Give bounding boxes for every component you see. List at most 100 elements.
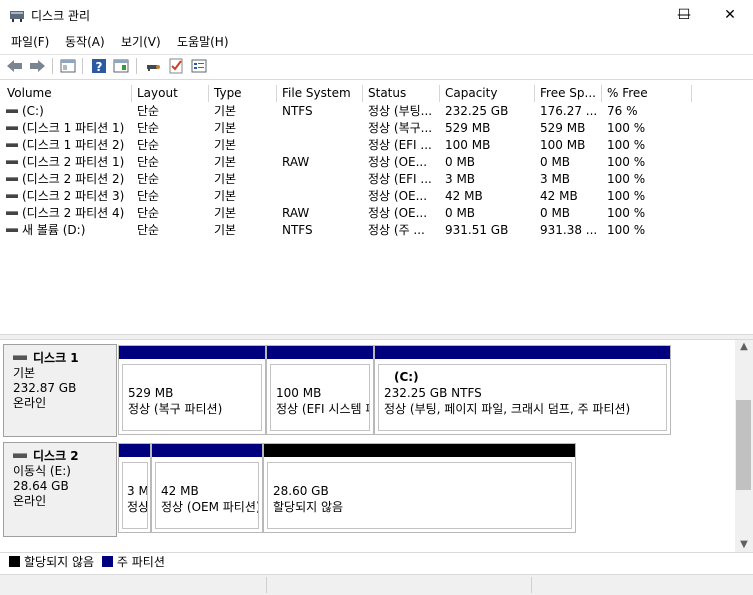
cell-free-sp-: 529 MB [540, 121, 586, 135]
cell-%-free: 100 % [607, 155, 646, 169]
maximize-button[interactable]: ☐ [661, 0, 707, 30]
column-header[interactable]: Status [363, 85, 440, 102]
cell-free-sp-: 3 MB [540, 172, 571, 186]
cell-capacity: 42 MB [445, 189, 483, 203]
volume-row[interactable]: (디스크 1 파티션 1) 단순 기본 정상 (복구... 529 MB 529 MB 10… [0, 120, 700, 137]
volume-icon [6, 125, 18, 130]
volume-icon [6, 142, 18, 147]
toolbar-separator [52, 58, 53, 74]
cell-free-sp-: 100 MB [540, 138, 586, 152]
cell-layout: 단순 [137, 155, 160, 169]
cell-layout: 단순 [137, 104, 160, 118]
column-header[interactable]: Layout [132, 85, 209, 102]
cell-free-sp-: 0 MB [540, 206, 571, 220]
partition-size: 529 MB [128, 386, 174, 400]
cell-volume: 새 볼륨 (D:) [6, 222, 130, 239]
disk-2-partition-2[interactable]: 42 MB 정상 (OEM 파티션) [151, 443, 263, 533]
partition-title [127, 467, 147, 483]
disk-1-partition-c[interactable]: (C:) 232.25 GB NTFS 정상 (부팅, 페이지 파일, 크래시 … [374, 345, 671, 435]
cell-type: 기본 [214, 138, 237, 152]
volume-icon [6, 176, 18, 181]
partition-size: 3 MB [127, 484, 148, 498]
volume-name: (C:) [22, 104, 44, 118]
volume-row[interactable]: (디스크 2 파티션 1) 단순 기본 RAW 정상 (OE... 0 MB 0 MB 100… [0, 154, 700, 171]
help-button[interactable]: ? [89, 57, 109, 75]
legend: 할당되지 않음 주 파티션 [0, 552, 753, 572]
volume-name: (디스크 2 파티션 3) [22, 189, 125, 203]
menu-help[interactable]: 도움말(H) [177, 33, 229, 50]
properties-button[interactable] [189, 57, 209, 75]
back-button[interactable] [5, 57, 25, 75]
volume-row[interactable]: (디스크 2 파티션 2) 단순 기본 정상 (EFI ... 3 MB 3 MB 100 … [0, 171, 700, 188]
column-header[interactable]: Capacity [440, 85, 535, 102]
cell-type: 기본 [214, 223, 237, 237]
column-header[interactable]: File System [277, 85, 363, 102]
volume-row[interactable]: (디스크 2 파티션 4) 단순 기본 RAW 정상 (OE... 0 MB 0 MB 100… [0, 205, 700, 222]
partition-details: (C:) 232.25 GB NTFS 정상 (부팅, 페이지 파일, 크래시 … [378, 364, 667, 431]
cell-free-sp-: 0 MB [540, 155, 571, 169]
partition-details: 3 MB 정상 (EFI 시스템 파티션) [122, 462, 148, 529]
back-arrow-icon [7, 60, 22, 72]
cell-volume: (디스크 1 파티션 2) [6, 137, 130, 154]
volume-row[interactable]: (디스크 1 파티션 2) 단순 기본 정상 (EFI ... 100 MB 100 MB… [0, 137, 700, 154]
cell-volume: (디스크 1 파티션 1) [6, 120, 130, 137]
scroll-up-arrow-icon[interactable]: ▲ [735, 338, 753, 354]
scroll-down-arrow-icon[interactable]: ▼ [735, 536, 753, 552]
close-button[interactable]: ✕ [707, 0, 753, 30]
disk-2-size: 28.64 GB [13, 479, 69, 493]
disk-2-unallocated[interactable]: 28.60 GB 할당되지 않음 [263, 443, 576, 533]
column-header[interactable]: Free Sp... [535, 85, 602, 102]
properties-icon [191, 59, 207, 73]
cell-status: 정상 (EFI ... [368, 138, 432, 152]
menu-file[interactable]: 파일(F) [11, 33, 49, 50]
toolbar-separator [82, 58, 83, 74]
partition-status: 정상 (EFI 시스템 파티션) [276, 402, 369, 416]
volume-row[interactable]: (C:) 단순 기본 NTFS 정상 (부팅... 232.25 GB 176.27 ...… [0, 103, 700, 120]
volume-name: (디스크 2 파티션 1) [22, 155, 125, 169]
disk-2-partition-1[interactable]: 3 MB 정상 (EFI 시스템 파티션) [118, 443, 151, 533]
partition-size: 28.60 GB [273, 484, 329, 498]
column-header[interactable]: % Free [602, 85, 692, 102]
menu-view[interactable]: 보기(V) [121, 33, 161, 50]
column-header[interactable]: Type [209, 85, 277, 102]
cell-layout: 단순 [137, 172, 160, 186]
disk-1-label[interactable]: 디스크 1 기본 232.87 GB 온라인 [3, 344, 117, 437]
disk-2-label[interactable]: 디스크 2 이동식 (E:) 28.64 GB 온라인 [3, 442, 117, 537]
cell-file-system: RAW [282, 155, 310, 169]
unallocated-bar [264, 444, 575, 457]
cell-status: 정상 (EFI ... [368, 172, 432, 186]
show-hide-action-pane-button[interactable] [111, 57, 131, 75]
disk-1-partition-1[interactable]: 529 MB 정상 (복구 파티션) [118, 345, 266, 435]
scrollbar-thumb[interactable] [736, 400, 751, 490]
partition-details: 28.60 GB 할당되지 않음 [267, 462, 572, 529]
cell-capacity: 0 MB [445, 155, 476, 169]
cell-status: 정상 (부팅... [368, 104, 433, 118]
close-icon: ✕ [724, 7, 736, 23]
partition-status: 정상 (EFI 시스템 파티션) [127, 500, 148, 514]
partition-size: 100 MB [276, 386, 322, 400]
show-hide-console-tree-button[interactable] [58, 57, 78, 75]
cell-capacity: 529 MB [445, 121, 491, 135]
connect-disk-button[interactable] [143, 57, 163, 75]
partition-title [161, 467, 258, 483]
partition-size: 42 MB [161, 484, 199, 498]
cell-file-system: NTFS [282, 104, 313, 118]
check-button[interactable] [166, 57, 186, 75]
cell-type: 기본 [214, 121, 237, 135]
forward-button[interactable] [27, 57, 47, 75]
menu-bar [0, 30, 753, 52]
cell-type: 기본 [214, 189, 237, 203]
volume-row[interactable]: (디스크 2 파티션 3) 단순 기본 정상 (OE... 42 MB 42 MB 100 … [0, 188, 700, 205]
volume-row[interactable]: 새 볼륨 (D:) 단순 기본 NTFS 정상 (주 ... 931.51 GB 931.3… [0, 222, 700, 239]
cell-volume: (디스크 2 파티션 4) [6, 205, 130, 222]
cell-capacity: 3 MB [445, 172, 476, 186]
column-header[interactable]: Volume [2, 85, 132, 102]
disk-1-partition-2[interactable]: 100 MB 정상 (EFI 시스템 파티션) [266, 345, 374, 435]
window-title: 디스크 관리 [31, 9, 91, 23]
volume-name: (디스크 2 파티션 2) [22, 172, 125, 186]
disk-1-size: 232.87 GB [13, 381, 77, 395]
menu-action[interactable]: 동작(A) [65, 33, 105, 50]
action-pane-icon [113, 59, 129, 73]
cell-layout: 단순 [137, 138, 160, 152]
partition-details: 529 MB 정상 (복구 파티션) [122, 364, 262, 431]
